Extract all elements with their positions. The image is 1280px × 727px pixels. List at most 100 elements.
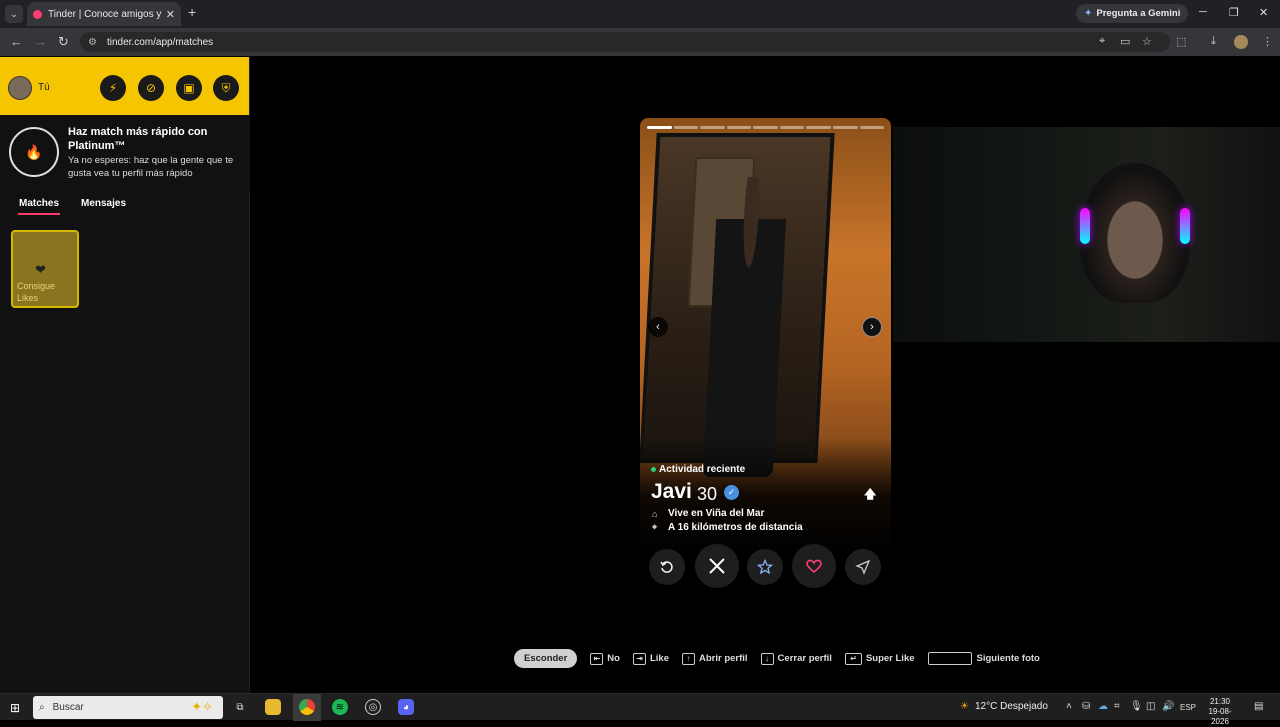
user-avatar[interactable] — [8, 76, 32, 100]
heart-icon — [806, 559, 822, 574]
send-button[interactable] — [845, 549, 881, 585]
prev-photo-chevron-icon[interactable]: ‹ — [648, 317, 668, 337]
tray-network-off-icon[interactable]: ⌗ — [1114, 701, 1120, 712]
url-bar[interactable]: ⚙ tinder.com/app/matches — [80, 32, 1170, 52]
reload-icon[interactable]: ↻ — [58, 34, 69, 50]
boost-bolt-icon[interactable]: ⚡ — [100, 75, 126, 101]
gemini-label: Pregunta a Gemini — [1096, 8, 1181, 19]
tray-chevron-icon[interactable]: ˄ — [1066, 701, 1072, 712]
site-settings-icon[interactable]: ⚙ — [88, 37, 97, 48]
file-explorer-icon[interactable] — [265, 699, 281, 715]
windows-taskbar: ⊞ ⌕ Buscar ✦✧ ⧉ ≋ ◎ ◕ ☀ 12°C Despejado ˄… — [0, 693, 1280, 726]
profile-age: 30 — [697, 484, 718, 504]
right-key-icon: ⇥ — [632, 652, 646, 665]
work-briefcase-icon[interactable]: ▣ — [176, 75, 202, 101]
wifi-icon[interactable]: ◫ — [1146, 701, 1155, 712]
taskbar-search[interactable]: ⌕ Buscar ✦✧ — [33, 696, 223, 719]
back-arrow-icon[interactable]: ← — [10, 34, 23, 49]
windows-start-icon[interactable]: ⊞ — [10, 701, 20, 715]
explore-compass-icon[interactable]: ⊘ — [138, 75, 164, 101]
photo-progress-segment — [673, 126, 699, 129]
weather-text: 12°C Despejado — [974, 701, 1048, 712]
get-likes-card[interactable]: ❤ Consigue Likes — [11, 230, 79, 308]
notifications-icon[interactable]: ▤ — [1254, 701, 1263, 712]
new-tab-plus-icon[interactable]: + — [188, 4, 196, 20]
clock[interactable]: 21:30 19-08-2026 — [1200, 697, 1240, 727]
browser-tab[interactable]: Tinder | Conoce amigos y gente ✕ — [27, 2, 181, 26]
photo-progress-segment — [859, 126, 885, 129]
language-indicator[interactable]: ESP — [1180, 703, 1196, 712]
shortcut-open: ↑ Abrir perfil — [681, 652, 748, 665]
discord-icon[interactable]: ◕ — [398, 699, 414, 715]
bookmark-star-icon[interactable]: ☆ — [1142, 35, 1152, 48]
obs-icon[interactable]: ◎ — [365, 699, 381, 715]
super-like-button[interactable] — [747, 549, 783, 585]
photo-progress-segment — [806, 126, 831, 129]
weather-widget[interactable]: ☀ 12°C Despejado — [960, 701, 1048, 712]
tray-app-icon[interactable]: ⛁ — [1082, 701, 1090, 712]
send-icon — [855, 559, 871, 575]
tab-messages[interactable]: Mensajes — [81, 198, 126, 209]
tab-matches[interactable]: Matches — [19, 198, 59, 209]
gemini-sparkle-icon: ✦ — [1084, 8, 1093, 19]
shortcut-superlike: ↵ Super Like — [844, 652, 915, 665]
forward-arrow-icon[interactable]: → — [34, 34, 47, 49]
online-dot-icon — [651, 467, 656, 472]
menu-dots-icon[interactable]: ⋮ — [1262, 35, 1273, 48]
gemini-button[interactable]: ✦ Pregunta a Gemini — [1076, 4, 1189, 23]
photo-progress-segment — [700, 126, 725, 129]
spotify-icon[interactable]: ≋ — [332, 699, 348, 715]
browser-tabbar: ⌄ Tinder | Conoce amigos y gente ✕ + ✦ P… — [0, 0, 1280, 28]
photo-progress-segment — [726, 126, 752, 129]
shortcut-close-label: Cerrar perfil — [777, 653, 832, 664]
photo-progress-segment — [832, 126, 858, 129]
window-close-icon[interactable]: ✕ — [1259, 6, 1268, 19]
safety-shield-icon[interactable]: ⛨ — [213, 75, 239, 101]
volume-icon[interactable]: 🔊 — [1162, 701, 1174, 712]
photo-progress-segment — [753, 126, 778, 129]
weather-icon: ☀ — [960, 701, 969, 712]
user-label[interactable]: Tú — [38, 82, 50, 93]
photo-progress-bar — [647, 126, 885, 129]
enter-key-icon: ↵ — [844, 652, 862, 665]
minimize-icon[interactable]: ─ — [1199, 6, 1207, 18]
x-icon — [709, 558, 725, 574]
profile-avatar-icon[interactable] — [1234, 35, 1248, 49]
microphone-icon[interactable]: 🎙 — [1130, 701, 1143, 712]
like-button[interactable] — [792, 544, 836, 588]
webcam-person — [1080, 163, 1190, 303]
shortcut-close: ↓ Cerrar perfil — [760, 652, 832, 665]
shortcut-like-label: Like — [649, 653, 669, 664]
copilot-sparkle-icon: ✦✧ — [191, 699, 213, 714]
tab-search-icon[interactable]: ⌄ — [5, 5, 23, 23]
chrome-icon[interactable] — [299, 699, 315, 715]
photo-progress-segment — [647, 126, 672, 129]
sidebar-header: Tú ⚡ ⊘ ▣ ⛨ — [0, 57, 249, 115]
heart-lines-icon: ❤ — [35, 262, 46, 277]
shortcut-superlike-label: Super Like — [865, 653, 915, 664]
search-icon: ⌕ — [39, 702, 45, 713]
onedrive-icon[interactable]: ☁ — [1098, 701, 1108, 712]
open-profile-arrow-icon[interactable]: 🡅 — [864, 485, 876, 506]
cast-icon[interactable]: ▭ — [1120, 35, 1130, 48]
task-view-icon[interactable]: ⧉ — [232, 699, 248, 715]
home-icon: ⌂ — [652, 508, 658, 519]
shortcut-next-photo: Siguiente foto — [927, 652, 1040, 665]
tinder-favicon-icon — [33, 9, 42, 19]
headphone-light-left — [1080, 208, 1090, 244]
next-photo-chevron-icon[interactable]: › — [862, 317, 882, 337]
download-icon[interactable]: ⤓ — [1211, 35, 1216, 48]
restore-icon[interactable]: ❐ — [1229, 6, 1239, 19]
location-icon[interactable]: ⌖ — [1099, 35, 1105, 48]
close-icon[interactable]: ✕ — [166, 8, 175, 21]
nope-button[interactable] — [695, 544, 739, 588]
hide-shortcuts-button[interactable]: Esconder — [514, 649, 578, 668]
rewind-button[interactable] — [649, 549, 685, 585]
address-toolbar: ← → ↻ ⚙ tinder.com/app/matches ⌖ ▭ ☆ ⬚ ⤓… — [0, 28, 1280, 56]
url-text: tinder.com/app/matches — [106, 36, 214, 48]
likes-card-label: Consigue Likes — [17, 281, 56, 303]
extensions-icon[interactable]: ⬚ — [1176, 35, 1186, 48]
profile-card[interactable]: ‹ › Actividad reciente Javi 30 ✓ 🡅 ⌂ Viv… — [640, 118, 891, 565]
photo-person — [702, 177, 789, 477]
tab-title: Tinder | Conoce amigos y gente — [48, 8, 162, 20]
